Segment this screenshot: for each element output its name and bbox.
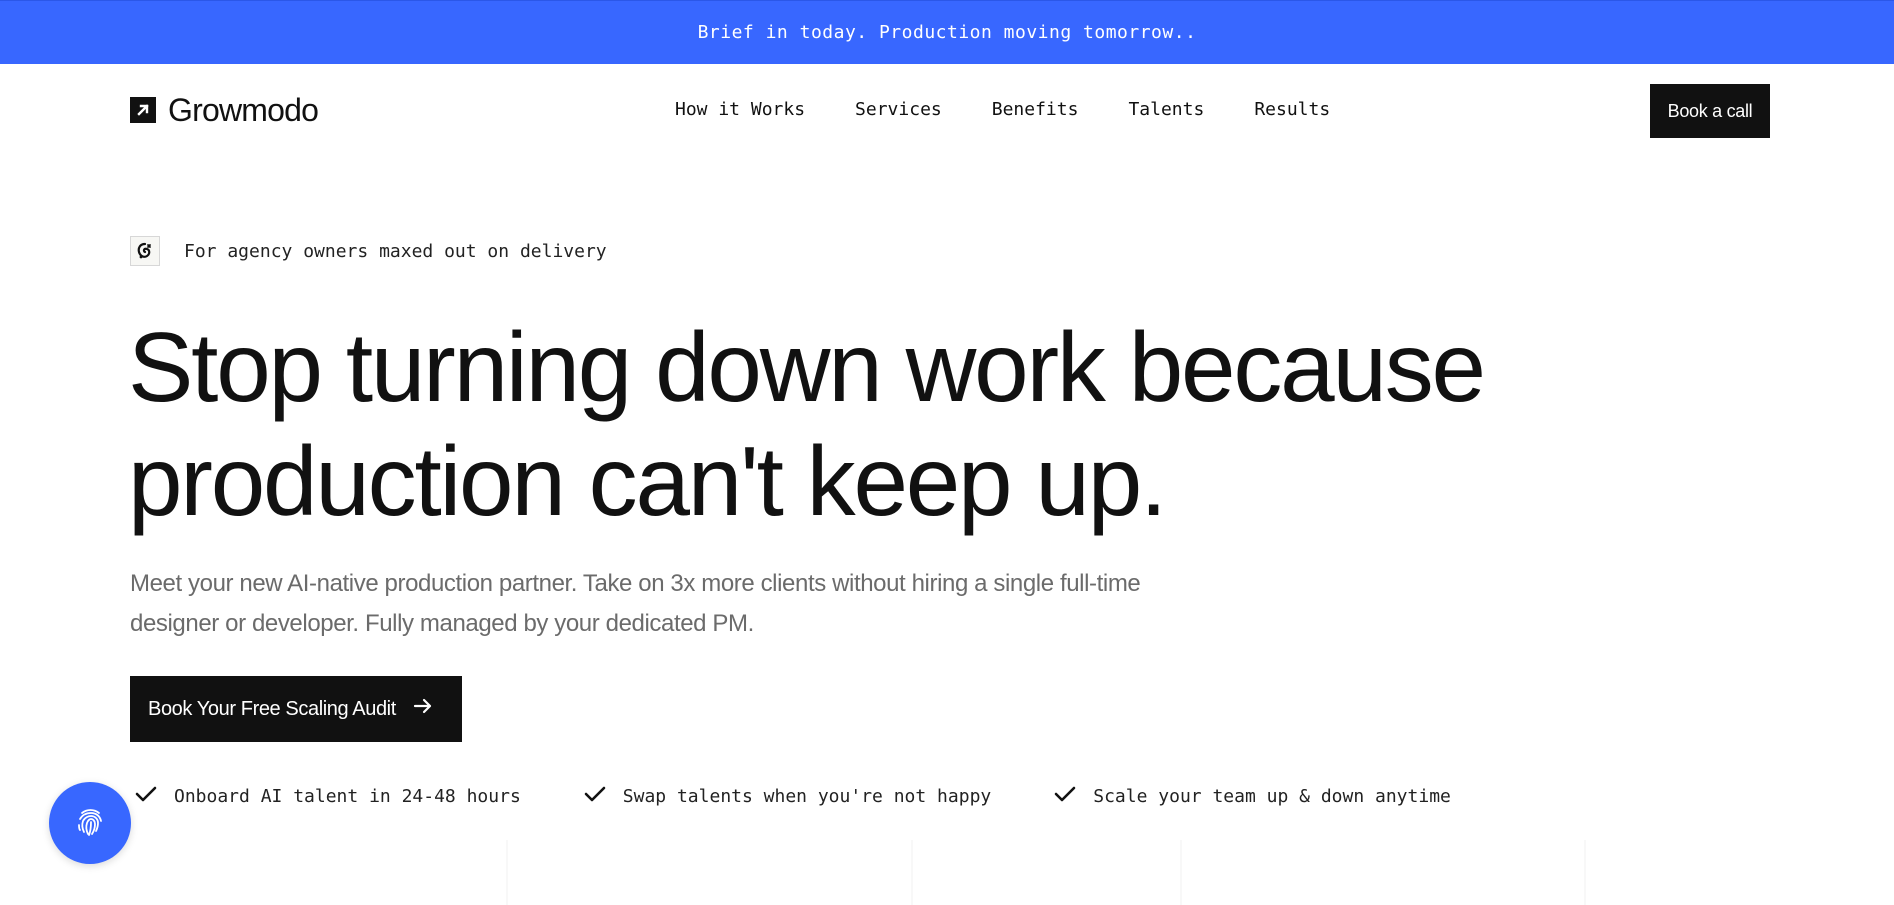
arrow-up-right-icon bbox=[130, 97, 156, 123]
fingerprint-icon bbox=[73, 805, 107, 842]
background-grid bbox=[506, 840, 1586, 905]
hero-headline: Stop turning down work because productio… bbox=[128, 312, 1486, 536]
fingerprint-widget-button[interactable] bbox=[49, 782, 131, 864]
announcement-bar: Brief in today. Production moving tomorr… bbox=[0, 0, 1894, 64]
nav-how-it-works[interactable]: How it Works bbox=[675, 99, 805, 120]
announcement-text: Brief in today. Production moving tomorr… bbox=[697, 22, 1197, 43]
main-nav: How it Works Services Benefits Talents R… bbox=[675, 99, 1330, 120]
benefit-item: Onboard AI talent in 24-48 hours bbox=[134, 784, 521, 809]
benefit-text: Scale your team up & down anytime bbox=[1093, 786, 1451, 807]
eyebrow: For agency owners maxed out on delivery bbox=[130, 236, 607, 266]
logo-text: Growmodo bbox=[168, 92, 319, 128]
nav-benefits[interactable]: Benefits bbox=[992, 99, 1079, 120]
book-free-scaling-audit-button[interactable]: Book Your Free Scaling Audit bbox=[130, 676, 462, 742]
benefit-item: Swap talents when you're not happy bbox=[583, 784, 991, 809]
logo-link[interactable]: Growmodo bbox=[130, 92, 319, 128]
site-header: Growmodo How it Works Services Benefits … bbox=[0, 64, 1894, 156]
nav-talents[interactable]: Talents bbox=[1128, 99, 1204, 120]
benefit-text: Swap talents when you're not happy bbox=[622, 786, 992, 807]
check-icon bbox=[1053, 784, 1077, 809]
cta-label: Book Your Free Scaling Audit bbox=[148, 697, 396, 720]
benefit-list: Onboard AI talent in 24-48 hours Swap ta… bbox=[134, 784, 1451, 809]
benefit-text: Onboard AI talent in 24-48 hours bbox=[174, 786, 521, 807]
nav-services[interactable]: Services bbox=[855, 99, 942, 120]
scribble-badge-icon bbox=[130, 236, 160, 266]
benefit-item: Scale your team up & down anytime bbox=[1053, 784, 1451, 809]
eyebrow-text: For agency owners maxed out on delivery bbox=[184, 240, 607, 262]
check-icon bbox=[134, 784, 158, 809]
arrow-right-icon bbox=[412, 695, 434, 723]
nav-results[interactable]: Results bbox=[1254, 99, 1330, 120]
check-icon bbox=[583, 784, 607, 809]
hero-subcopy: Meet your new AI-native production partn… bbox=[130, 570, 1141, 637]
book-a-call-button[interactable]: Book a call bbox=[1650, 84, 1770, 138]
